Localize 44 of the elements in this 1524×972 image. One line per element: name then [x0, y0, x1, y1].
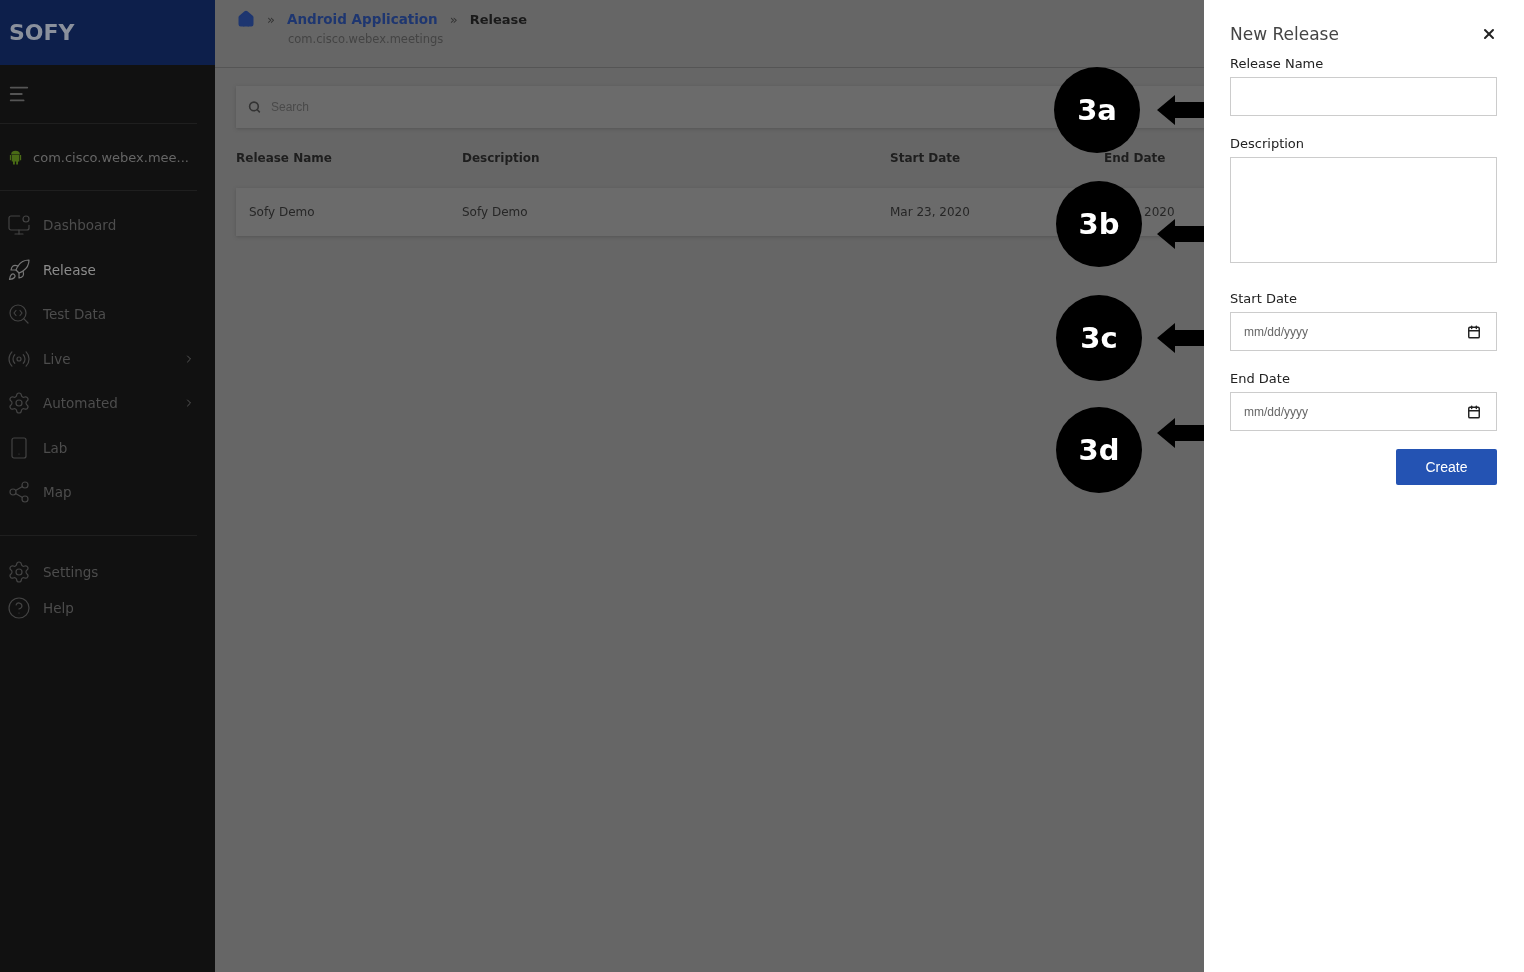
input-field[interactable] — [1230, 77, 1497, 116]
nav-item[interactable]: Test Data — [0, 292, 215, 337]
field-label: Start Date — [1230, 291, 1298, 306]
nav-item[interactable]: Automated — [0, 381, 215, 426]
field-label: Description — [1230, 136, 1306, 151]
app-name: com.cisco.webex.mee... — [33, 149, 189, 165]
table-cell-text: Sofy Demo — [248, 205, 316, 219]
drawer-title: New Release — [1230, 24, 1339, 44]
textarea-field[interactable] — [1230, 157, 1497, 263]
nav-icon — [7, 480, 31, 505]
nav-icon — [7, 595, 31, 620]
nav-icon — [7, 213, 31, 238]
nav-icon — [7, 391, 31, 416]
nav-item[interactable]: Live — [0, 336, 215, 381]
field-label: End Date — [1230, 371, 1291, 386]
close-button[interactable] — [1481, 26, 1497, 42]
breadcrumb-link[interactable]: Android Application — [286, 11, 438, 27]
table-cell-text: 2020 — [1143, 205, 1176, 219]
column-header: Description — [462, 151, 541, 165]
nav-item[interactable]: Help — [0, 589, 215, 626]
create-button[interactable]: Create — [1396, 449, 1497, 485]
nav-item[interactable]: Map — [0, 470, 215, 515]
nav-icon — [7, 257, 31, 282]
search-icon — [248, 100, 261, 114]
table-cell-text: Mar 23, 2020 — [890, 205, 971, 219]
field-label: Release Name — [1230, 56, 1325, 71]
home-icon[interactable] — [237, 10, 255, 28]
date-field[interactable]: mm/dd/yyyy — [1230, 312, 1497, 351]
table-cell-text: Sofy Demo — [462, 205, 529, 219]
logo: SOFY — [0, 0, 215, 65]
separator: » — [267, 11, 275, 27]
calendar-icon[interactable] — [1467, 324, 1481, 339]
date-field[interactable]: mm/dd/yyyy — [1230, 392, 1497, 431]
column-header: End Date — [1104, 151, 1167, 165]
separator: » — [449, 11, 458, 27]
calendar-icon[interactable] — [1467, 404, 1481, 419]
column-header: Start Date — [890, 151, 962, 165]
nav-item[interactable]: Settings — [0, 553, 215, 590]
column-header: Release Name — [236, 151, 333, 165]
nav-item[interactable]: Lab — [0, 425, 215, 470]
nav-item[interactable]: Dashboard — [0, 203, 215, 248]
nav-icon — [7, 559, 31, 584]
breadcrumb-current: Release — [469, 11, 528, 27]
nav-item[interactable]: Release — [0, 247, 215, 292]
